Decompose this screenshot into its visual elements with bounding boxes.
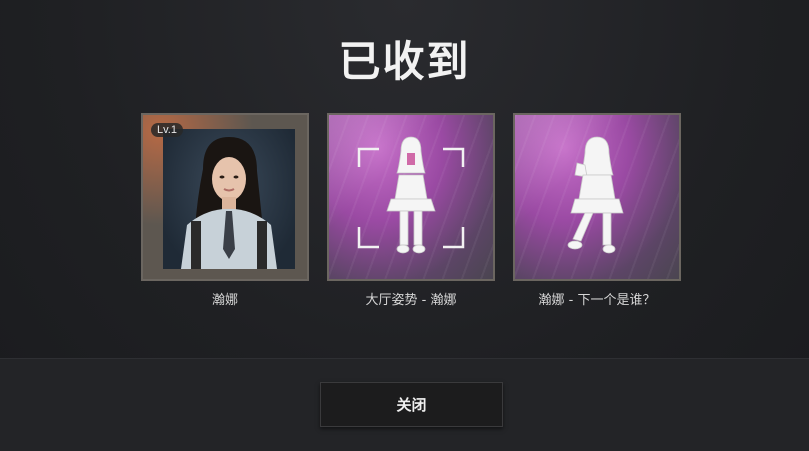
reward-label-character: 瀚娜: [211, 293, 238, 308]
reward-card-character[interactable]: Lv.1: [141, 113, 309, 281]
close-button[interactable]: 关闭: [320, 382, 503, 427]
reward-dialog: 已收到 Lv.1 瀚娜 大厅姿势 - 瀚娜 瀚娜 - 下一个是谁？ 关闭: [0, 0, 809, 451]
character-portrait-icon: [163, 129, 295, 269]
level-badge: Lv.1: [151, 123, 183, 137]
lobby-pose-figure-icon: [357, 136, 465, 254]
reward-label-emote: 瀚娜 - 下一个是谁？: [538, 293, 656, 308]
reward-card-emote[interactable]: [513, 113, 681, 281]
reward-card-lobby-pose[interactable]: [327, 113, 495, 281]
dialog-title: 已收到: [338, 37, 471, 86]
emote-figure-icon: [567, 136, 624, 254]
reward-label-lobby-pose: 大厅姿势 - 瀚娜: [365, 293, 457, 308]
